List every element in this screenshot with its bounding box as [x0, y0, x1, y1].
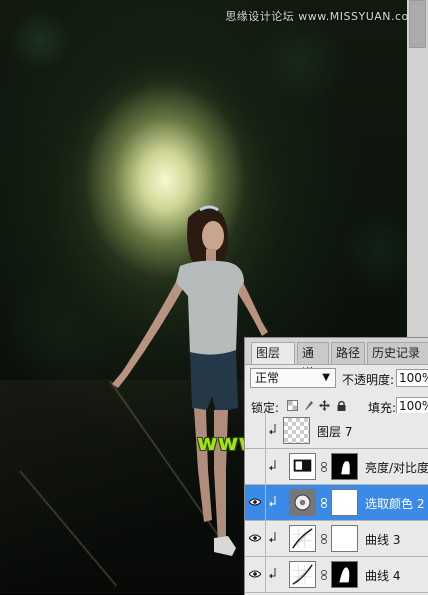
opacity-label: 不透明度:: [342, 373, 395, 387]
lock-transparent-icon[interactable]: [287, 400, 298, 411]
layer-row[interactable]: 亮度/对比度: [245, 449, 428, 485]
layer-name: 图层 7: [317, 425, 353, 439]
blend-mode-select[interactable]: 正常 ▼: [250, 368, 336, 388]
chevron-down-icon: ▼: [322, 372, 330, 383]
tab-label: 历史记录: [372, 346, 421, 360]
visibility-toggle[interactable]: [245, 449, 266, 484]
layer-name: 曲线 4: [365, 569, 401, 583]
curves-icon: [289, 561, 316, 588]
layer-row[interactable]: 选取颜色 2: [245, 485, 428, 521]
mask-thumb: [331, 525, 358, 552]
layer-row[interactable]: 图层 7: [245, 413, 428, 449]
brightness-contrast-icon: [289, 453, 316, 480]
mask-thumb: [331, 561, 358, 588]
move-icon[interactable]: [319, 400, 330, 411]
watermark: 思缘设计论坛 www.MISSYUAN.com: [225, 10, 420, 23]
link-icon[interactable]: [321, 570, 327, 580]
tab-label: 路径: [336, 346, 361, 360]
checker-thumb: [283, 417, 310, 444]
layers-panel: 图层× 通道 路径 历史记录 正常 ▼ 不透明度: 100% 锁定: 填充: 1…: [244, 337, 428, 595]
brush-icon[interactable]: [303, 400, 314, 411]
layer-name: 曲线 3: [365, 533, 401, 547]
opacity-input[interactable]: 100%: [396, 369, 428, 387]
eye-icon[interactable]: [249, 498, 261, 506]
blend-mode-value: 正常: [255, 371, 280, 385]
tab-channels[interactable]: 通道: [297, 342, 329, 380]
layer-row[interactable]: 曲线 4: [245, 557, 428, 593]
curves-icon: [289, 525, 316, 552]
clip-arrow-icon: [269, 496, 276, 507]
eye-icon[interactable]: [249, 570, 261, 578]
selective-color-icon: [289, 489, 316, 516]
panel-tabs: 图层× 通道 路径 历史记录: [245, 338, 428, 380]
visibility-toggle[interactable]: [245, 521, 266, 556]
scrollbar-thumb[interactable]: [409, 0, 426, 48]
layer-row[interactable]: 曲线 3: [245, 521, 428, 557]
link-icon[interactable]: [321, 462, 327, 472]
link-icon[interactable]: [321, 498, 327, 508]
lock-icon[interactable]: [336, 400, 347, 411]
visibility-toggle[interactable]: [245, 557, 266, 592]
mask-thumb: [331, 453, 358, 480]
eye-icon[interactable]: [249, 534, 261, 542]
tab-layers[interactable]: 图层×: [251, 342, 295, 380]
clip-arrow-icon: [269, 460, 276, 471]
mask-thumb: [331, 489, 358, 516]
blend-row: 正常 ▼ 不透明度: 100%: [245, 366, 428, 392]
visibility-toggle[interactable]: [245, 413, 266, 448]
tab-label: 图层: [256, 346, 281, 360]
visibility-toggle[interactable]: [245, 485, 266, 520]
layer-name: 亮度/对比度: [365, 461, 428, 475]
tab-history[interactable]: 历史记录: [367, 342, 428, 364]
layer-name: 选取颜色 2: [365, 497, 425, 511]
tab-paths[interactable]: 路径: [331, 342, 365, 364]
app-background: [407, 0, 428, 337]
clip-arrow-icon: [269, 424, 276, 435]
clip-arrow-icon: [269, 568, 276, 579]
clip-arrow-icon: [269, 532, 276, 543]
link-icon[interactable]: [321, 534, 327, 544]
